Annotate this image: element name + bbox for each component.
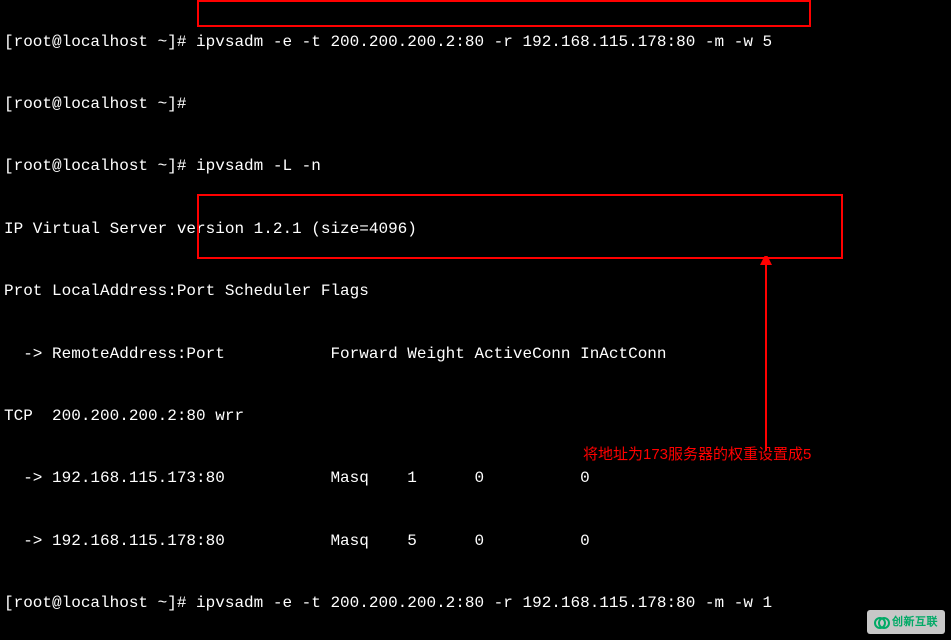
output-line: -> 192.168.115.178:80 Masq 5 0 0 bbox=[4, 531, 947, 552]
watermark-badge: 创新互联 bbox=[867, 610, 945, 634]
terminal-output[interactable]: [root@localhost ~]# ipvsadm -e -t 200.20… bbox=[0, 0, 951, 640]
annotation-text: 将地址为173服务器的权重设置成5 bbox=[583, 445, 811, 466]
output-line: -> RemoteAddress:Port Forward Weight Act… bbox=[4, 344, 947, 365]
cmd-line: [root@localhost ~]# ipvsadm -e -t 200.20… bbox=[4, 593, 947, 614]
watermark-text: 创新互联 bbox=[892, 612, 938, 633]
output-line: -> 192.168.115.173:80 Masq 1 0 0 bbox=[4, 468, 947, 489]
prompt-line: [root@localhost ~]# bbox=[4, 94, 947, 115]
output-line: TCP 200.200.200.2:80 wrr bbox=[4, 406, 947, 427]
output-line: Prot LocalAddress:Port Scheduler Flags bbox=[4, 281, 947, 302]
cmd-line: [root@localhost ~]# ipvsadm -L -n bbox=[4, 156, 947, 177]
watermark-logo-icon bbox=[874, 615, 888, 629]
output-line: IP Virtual Server version 1.2.1 (size=40… bbox=[4, 219, 947, 240]
cmd-line: [root@localhost ~]# ipvsadm -e -t 200.20… bbox=[4, 32, 947, 53]
